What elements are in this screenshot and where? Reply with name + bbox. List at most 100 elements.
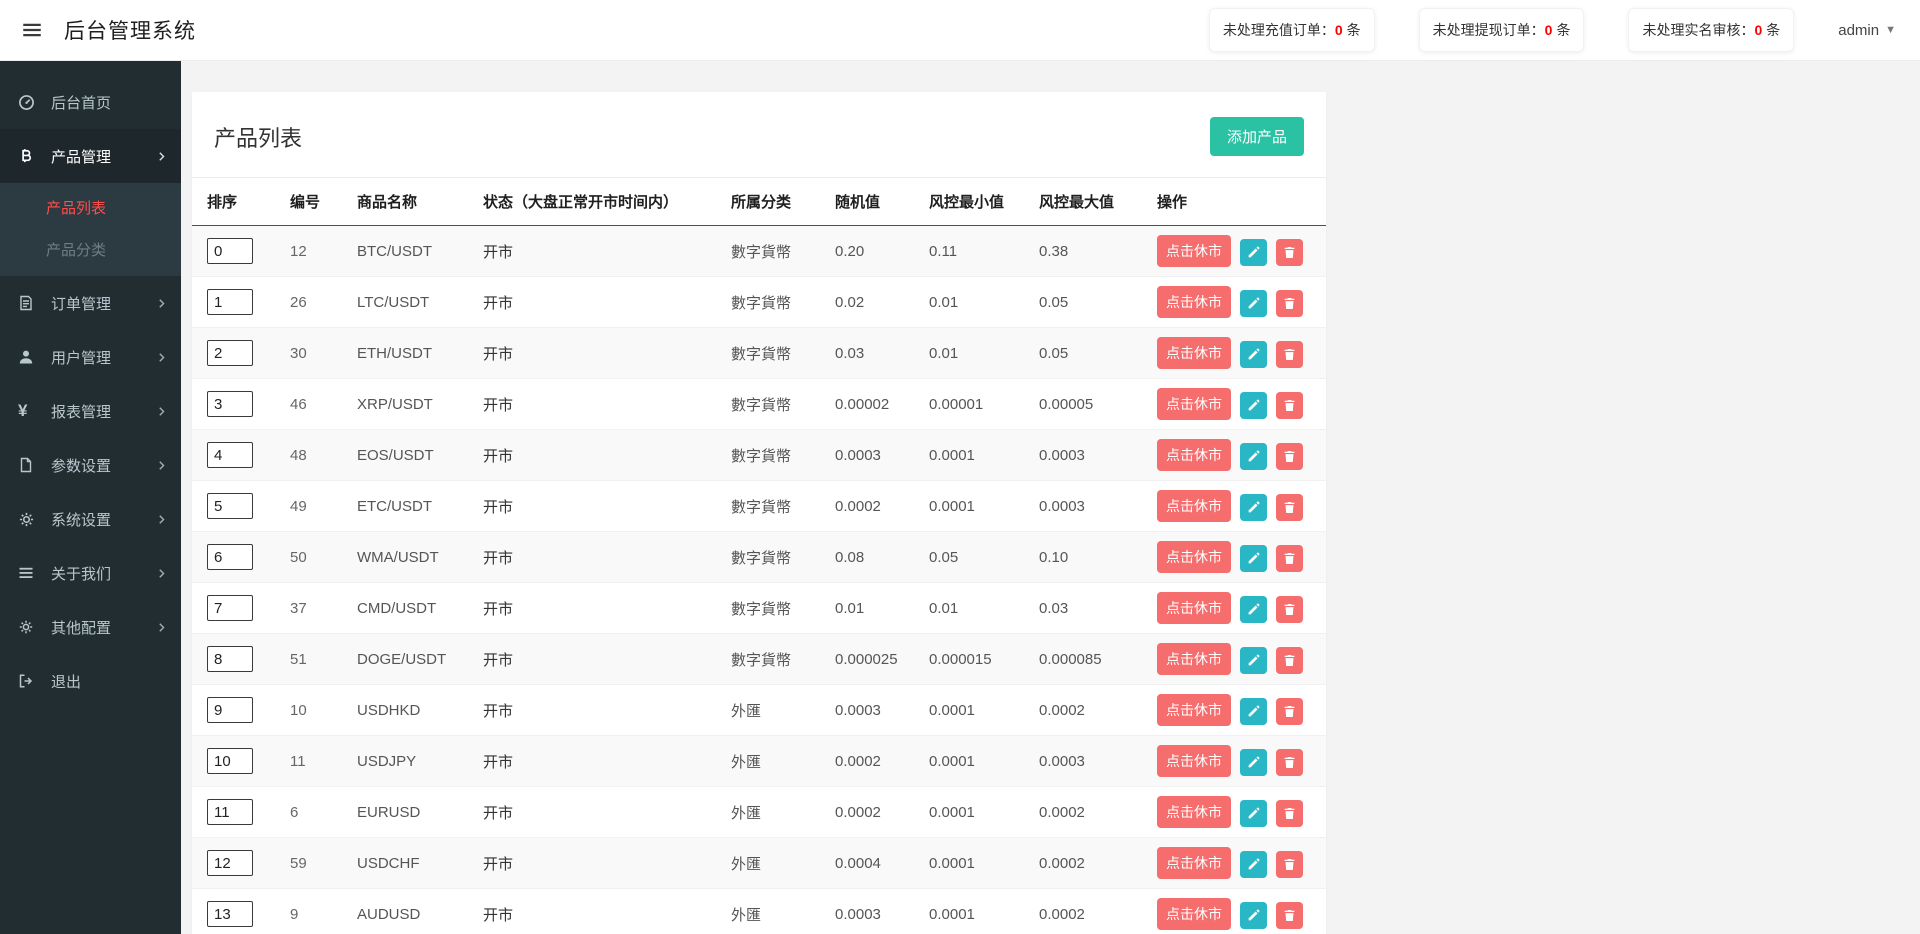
edit-button[interactable] (1240, 902, 1267, 929)
sidebar-item-about[interactable]: 关于我们 (0, 546, 181, 600)
edit-button[interactable] (1240, 545, 1267, 572)
close-market-button[interactable]: 点击休市 (1157, 235, 1231, 267)
col-sort: 排序 (192, 178, 282, 226)
close-market-button[interactable]: 点击休市 (1157, 490, 1231, 522)
risk-max-value: 0.00005 (1031, 379, 1149, 430)
edit-icon (1247, 756, 1260, 769)
delete-button[interactable] (1276, 800, 1303, 827)
badge-realname-audit[interactable]: 未处理实名审核：0条 (1628, 8, 1794, 52)
sort-input[interactable] (207, 697, 253, 723)
delete-button[interactable] (1276, 851, 1303, 878)
table-row: 9 AUDUSD 开市 外匯 0.0003 0.0001 0.0002 点击休市 (192, 889, 1326, 934)
edit-button[interactable] (1240, 800, 1267, 827)
close-market-button[interactable]: 点击休市 (1157, 796, 1231, 828)
sort-input[interactable] (207, 595, 253, 621)
delete-icon (1283, 705, 1296, 718)
sidebar-item-reports[interactable]: ¥ 报表管理 (0, 384, 181, 438)
user-dropdown[interactable]: admin ▼ (1838, 22, 1896, 39)
delete-button[interactable] (1276, 647, 1303, 674)
product-id: 46 (282, 379, 349, 430)
sidebar-item-products[interactable]: 产品管理 (0, 129, 181, 183)
sidebar-item-users[interactable]: 用户管理 (0, 330, 181, 384)
sort-input[interactable] (207, 748, 253, 774)
table-row: 26 LTC/USDT 开市 數字貨幣 0.02 0.01 0.05 点击休市 (192, 277, 1326, 328)
edit-button[interactable] (1240, 290, 1267, 317)
sidebar-item-orders[interactable]: 订单管理 (0, 276, 181, 330)
delete-icon (1283, 348, 1296, 361)
top-header: 后台管理系统 未处理充值订单：0条 未处理提现订单：0条 未处理实名审核：0条 … (0, 0, 1920, 61)
sort-input[interactable] (207, 289, 253, 315)
close-market-button[interactable]: 点击休市 (1157, 898, 1231, 930)
hamburger-menu-icon[interactable] (22, 20, 42, 40)
delete-button[interactable] (1276, 596, 1303, 623)
product-category: 數字貨幣 (723, 481, 827, 532)
product-name: BTC/USDT (349, 226, 475, 277)
sidebar-item-system[interactable]: 系统设置 (0, 492, 181, 546)
edit-button[interactable] (1240, 494, 1267, 521)
edit-button[interactable] (1240, 596, 1267, 623)
delete-button[interactable] (1276, 239, 1303, 266)
product-category: 數字貨幣 (723, 430, 827, 481)
close-market-button[interactable]: 点击休市 (1157, 337, 1231, 369)
risk-max-value: 0.0003 (1031, 430, 1149, 481)
sort-input[interactable] (207, 442, 253, 468)
delete-button[interactable] (1276, 698, 1303, 725)
sidebar-subitem-product-list[interactable]: 产品列表 (0, 186, 181, 228)
sidebar-subitem-product-category[interactable]: 产品分类 (0, 228, 181, 270)
edit-button[interactable] (1240, 749, 1267, 776)
sidebar-item-logout[interactable]: 退出 (0, 654, 181, 708)
edit-button[interactable] (1240, 647, 1267, 674)
page-title: 产品列表 (214, 121, 302, 153)
add-product-button[interactable]: 添加产品 (1210, 117, 1304, 156)
sort-input[interactable] (207, 238, 253, 264)
delete-button[interactable] (1276, 749, 1303, 776)
sort-input[interactable] (207, 646, 253, 672)
delete-button[interactable] (1276, 392, 1303, 419)
chevron-right-icon (156, 406, 167, 417)
badge-withdraw-orders[interactable]: 未处理提现订单：0条 (1419, 8, 1585, 52)
close-market-button[interactable]: 点击休市 (1157, 847, 1231, 879)
delete-button[interactable] (1276, 902, 1303, 929)
table-row: 51 DOGE/USDT 开市 數字貨幣 0.000025 0.000015 0… (192, 634, 1326, 685)
edit-button[interactable] (1240, 392, 1267, 419)
delete-button[interactable] (1276, 494, 1303, 521)
sort-input[interactable] (207, 901, 253, 927)
delete-button[interactable] (1276, 443, 1303, 470)
delete-button[interactable] (1276, 545, 1303, 572)
delete-icon (1283, 501, 1296, 514)
edit-button[interactable] (1240, 443, 1267, 470)
close-market-button[interactable]: 点击休市 (1157, 286, 1231, 318)
edit-button[interactable] (1240, 851, 1267, 878)
sidebar-item-other[interactable]: 其他配置 (0, 600, 181, 654)
main-content: 产品列表 添加产品 排序 编号 商品名称 状态（大盘正常开市时间内） 所属分类 … (181, 61, 1920, 934)
close-market-button[interactable]: 点击休市 (1157, 439, 1231, 471)
close-market-button[interactable]: 点击休市 (1157, 745, 1231, 777)
sort-input[interactable] (207, 391, 253, 417)
edit-button[interactable] (1240, 239, 1267, 266)
close-market-button[interactable]: 点击休市 (1157, 541, 1231, 573)
random-value: 0.0002 (827, 736, 921, 787)
close-market-button[interactable]: 点击休市 (1157, 694, 1231, 726)
caret-down-icon: ▼ (1885, 24, 1896, 36)
sidebar-item-params[interactable]: 参数设置 (0, 438, 181, 492)
badge-recharge-orders[interactable]: 未处理充值订单：0条 (1209, 8, 1375, 52)
delete-button[interactable] (1276, 341, 1303, 368)
gear-icon (18, 619, 42, 635)
edit-button[interactable] (1240, 698, 1267, 725)
edit-button[interactable] (1240, 341, 1267, 368)
sort-input[interactable] (207, 544, 253, 570)
close-market-button[interactable]: 点击休市 (1157, 592, 1231, 624)
close-market-button[interactable]: 点击休市 (1157, 643, 1231, 675)
sidebar-item-home[interactable]: 后台首页 (0, 75, 181, 129)
product-category: 外匯 (723, 838, 827, 889)
sort-input[interactable] (207, 493, 253, 519)
col-name: 商品名称 (349, 178, 475, 226)
close-market-button[interactable]: 点击休市 (1157, 388, 1231, 420)
sort-input[interactable] (207, 799, 253, 825)
sidebar-item-label: 报表管理 (51, 401, 111, 422)
sort-input[interactable] (207, 340, 253, 366)
product-category: 數字貨幣 (723, 226, 827, 277)
product-name: USDJPY (349, 736, 475, 787)
delete-button[interactable] (1276, 290, 1303, 317)
sort-input[interactable] (207, 850, 253, 876)
